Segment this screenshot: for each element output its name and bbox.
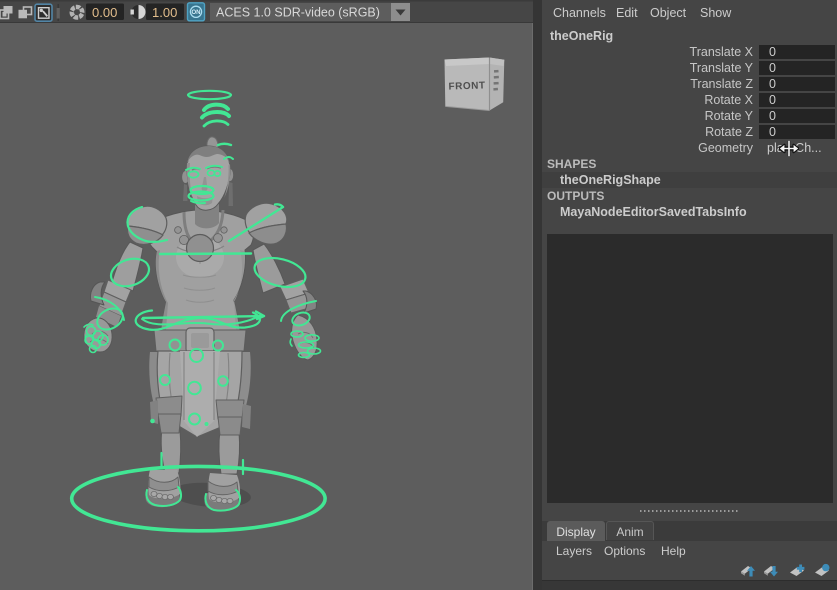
svg-text:1.00: 1.00 xyxy=(152,5,177,20)
svg-text:ON: ON xyxy=(192,10,201,16)
svg-text:ACES 1.0 SDR-video (sRGB): ACES 1.0 SDR-video (sRGB) xyxy=(216,6,380,20)
svg-text:0.00: 0.00 xyxy=(92,5,117,20)
svg-text:FRONT: FRONT xyxy=(448,80,485,92)
